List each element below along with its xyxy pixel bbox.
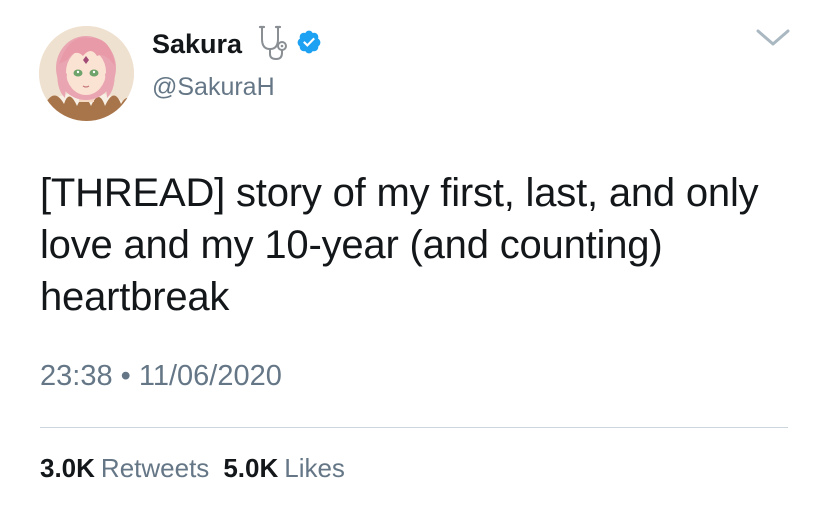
- tweet-stats: 3.0K Retweets 5.0K Likes: [40, 452, 345, 484]
- retweets-stat[interactable]: 3.0K Retweets: [40, 452, 209, 484]
- tweet-timestamp[interactable]: 23:38 • 11/06/2020: [40, 358, 282, 394]
- tweet-date: 11/06/2020: [138, 360, 282, 392]
- name-badges: [258, 25, 322, 63]
- likes-count: 5.0K: [223, 453, 279, 483]
- stethoscope-icon: [258, 23, 290, 66]
- tweet-time: 23:38: [40, 360, 113, 392]
- display-name[interactable]: Sakura: [152, 27, 242, 61]
- likes-stat[interactable]: 5.0K Likes: [223, 452, 345, 484]
- verified-badge-icon: [296, 29, 322, 60]
- tweet-card: Sakura @SakuraH [THREAD] story of my fir…: [0, 0, 828, 521]
- avatar-image: [39, 26, 134, 121]
- user-handle[interactable]: @SakuraH: [152, 72, 275, 102]
- tweet-text: [THREAD] story of my first, last, and on…: [40, 171, 759, 319]
- likes-label: Likes: [284, 453, 345, 483]
- retweets-count: 3.0K: [40, 453, 95, 483]
- timestamp-separator: •: [120, 360, 131, 392]
- chevron-down-icon[interactable]: [755, 26, 791, 50]
- retweets-label: Retweets: [100, 453, 210, 483]
- divider: [40, 427, 788, 428]
- avatar[interactable]: [39, 26, 134, 121]
